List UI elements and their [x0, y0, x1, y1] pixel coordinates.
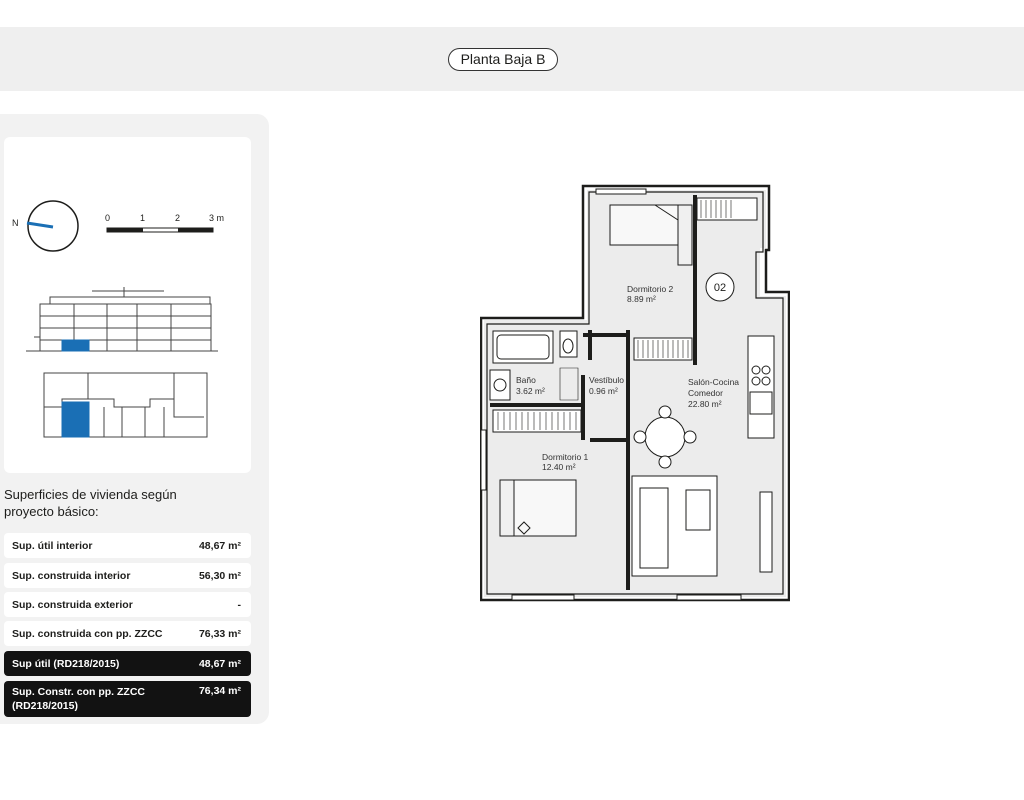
surface-value: 48,67 m²	[198, 657, 241, 670]
room-area: 22.80 m²	[688, 399, 722, 409]
floor-plan: 02 Dormitorio 2 8.89 m² Baño 3.62 m² Ves…	[479, 184, 791, 602]
scale-bar: 0 1 2 3 m	[105, 213, 224, 233]
surface-row: Sup. construida exterior -	[4, 592, 251, 617]
wardrobe	[633, 337, 693, 361]
room-name: Dormitorio 1	[542, 452, 589, 462]
keyplan-graphics: N 0 1 2 3 m	[12, 200, 224, 438]
surface-row: Sup. construida con pp. ZZCC 76,33 m²	[4, 621, 251, 646]
surfaces-title: Superficies de vivienda según proyecto b…	[4, 487, 177, 519]
surface-value: -	[237, 598, 242, 611]
unit-highlight-elevation	[61, 339, 90, 352]
surface-value: 76,34 m²	[198, 685, 241, 697]
bed-icon	[499, 479, 577, 537]
room-name: Vestíbulo	[589, 375, 624, 385]
room-area: 0.96 m²	[589, 386, 618, 396]
keyplan-card: N 0 1 2 3 m	[4, 137, 251, 473]
scale-tick-0: 0	[105, 213, 110, 223]
surface-row: Sup. construida interior 56,30 m²	[4, 563, 251, 588]
surface-label: Sup. construida con pp. ZZCC	[12, 627, 163, 640]
scale-tick-3: 3 m	[209, 213, 224, 223]
wardrobe	[492, 409, 582, 433]
surface-value: 48,67 m²	[198, 539, 241, 552]
room-area: 8.89 m²	[627, 294, 656, 304]
room-name: Dormitorio 2	[627, 284, 674, 294]
room-area: 3.62 m²	[516, 386, 545, 396]
surface-value: 56,30 m²	[198, 569, 241, 582]
building-elevation	[26, 287, 218, 352]
surface-label: Sup. construida exterior	[12, 598, 133, 611]
key-floor-plan	[43, 372, 208, 438]
surface-label: Sup. útil interior	[12, 539, 93, 552]
floor-plan-drawing: 02 Dormitorio 2 8.89 m² Baño 3.62 m² Ves…	[479, 184, 791, 602]
room-area: 12.40 m²	[542, 462, 576, 472]
surface-row-highlight: Sup. Constr. con pp. ZZCC (RD218/2015) 7…	[4, 681, 251, 717]
surface-row-highlight: Sup útil (RD218/2015) 48,67 m²	[4, 651, 251, 676]
kitchen-cabinet	[696, 197, 758, 221]
sofa	[631, 475, 718, 577]
unit-highlight-plan	[61, 401, 90, 438]
unit-number: 02	[714, 282, 726, 294]
north-label: N	[12, 218, 19, 228]
surface-label: Sup. Constr. con pp. ZZCC (RD218/2015)	[12, 686, 145, 712]
surface-label: Sup útil (RD218/2015)	[12, 657, 120, 670]
floor-label: Planta Baja B	[448, 48, 558, 71]
surface-label: Sup. construida interior	[12, 569, 131, 582]
compass-icon: N	[12, 200, 79, 252]
surface-row: Sup. útil interior 48,67 m²	[4, 533, 251, 558]
room-name: Baño	[516, 375, 536, 385]
scale-tick-2: 2	[175, 213, 180, 223]
scale-tick-1: 1	[140, 213, 145, 223]
surface-value: 76,33 m²	[198, 627, 241, 640]
